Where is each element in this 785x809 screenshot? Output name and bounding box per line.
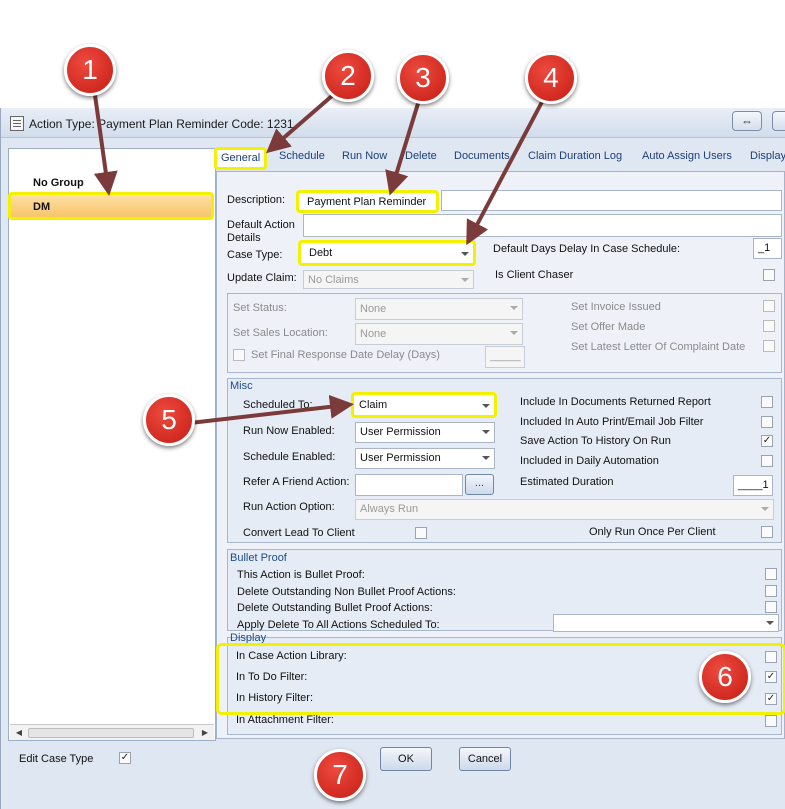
arrow-1 xyxy=(93,94,118,196)
arrow-3 xyxy=(385,96,422,196)
arrow-5 xyxy=(189,394,354,425)
callout-4: 4 xyxy=(525,52,577,104)
callout-5: 5 xyxy=(143,394,195,446)
arrow-4 xyxy=(466,99,545,246)
arrow-2 xyxy=(265,93,335,154)
callout-6: 6 xyxy=(699,651,751,703)
callout-1: 1 xyxy=(64,44,116,96)
callout-7: 7 xyxy=(314,749,366,801)
callout-3: 3 xyxy=(397,52,449,104)
annotation-arrows xyxy=(93,93,545,425)
callout-2: 2 xyxy=(322,50,374,102)
